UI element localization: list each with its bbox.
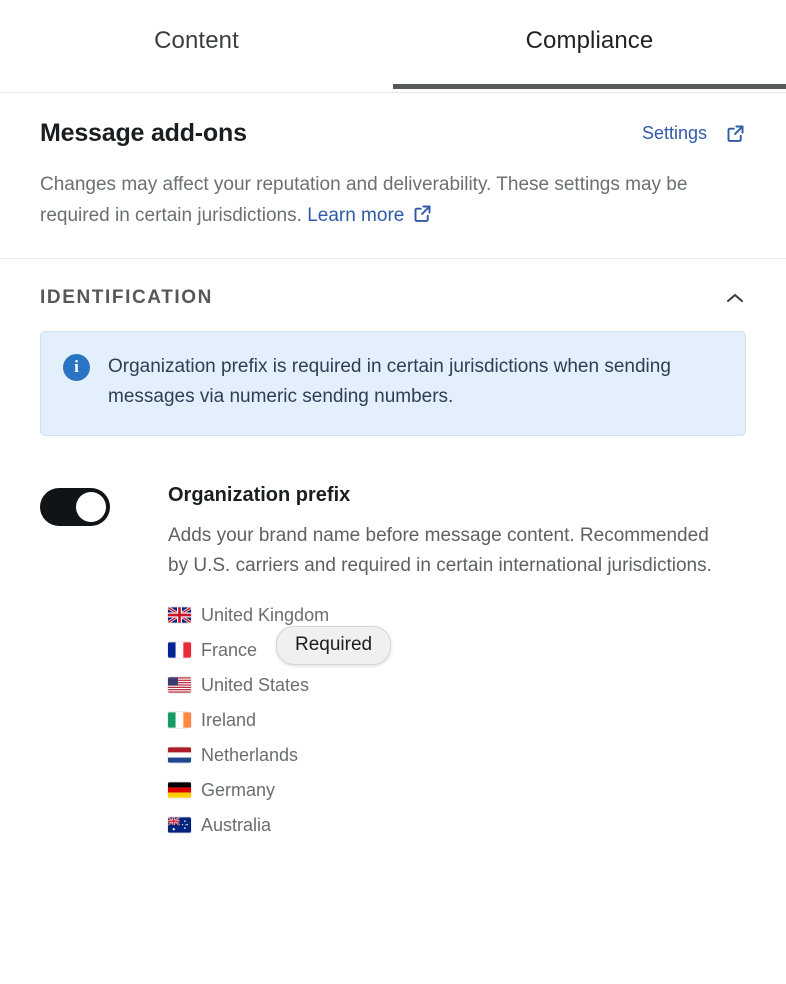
required-tooltip-label: Required (295, 633, 373, 655)
chevron-up-icon[interactable] (724, 291, 746, 305)
toggle-knob (76, 492, 106, 523)
flag-us-icon (168, 677, 191, 694)
info-banner-text: Organization prefix is required in certa… (108, 355, 671, 408)
info-circle-icon: i (63, 353, 90, 381)
tab-content-label: Content (154, 27, 239, 54)
learn-more-link[interactable]: Learn more (307, 205, 404, 226)
list-item: France (168, 633, 746, 668)
country-label: United States (201, 674, 310, 695)
info-banner: i Organization prefix is required in cer… (40, 330, 746, 437)
list-item: United Kingdom (168, 598, 746, 633)
flag-ie-icon (168, 712, 191, 729)
organization-prefix-toggle[interactable] (40, 488, 110, 527)
setting-body: Organization prefix Adds your brand name… (110, 484, 746, 843)
list-item: Ireland (168, 703, 746, 738)
info-banner-wrap: i Organization prefix is required in cer… (0, 330, 786, 437)
external-link-icon (725, 123, 746, 144)
country-label: Netherlands (201, 744, 299, 765)
section-header-identification[interactable]: IDENTIFICATION (0, 259, 786, 331)
page-header-row: Message add-ons Settings (40, 119, 746, 148)
flag-fr-icon (168, 642, 191, 659)
page-description: Changes may affect your reputation and d… (40, 170, 740, 232)
list-item: Germany (168, 773, 746, 808)
tab-bar: Content Compliance (0, 0, 786, 93)
tab-content[interactable]: Content (0, 0, 393, 88)
required-tooltip: Required (276, 625, 392, 665)
settings-link-label: Settings (641, 123, 707, 143)
country-label: France (201, 639, 258, 660)
section-title: IDENTIFICATION (40, 286, 213, 308)
list-item: Netherlands (168, 738, 746, 773)
tab-compliance-label: Compliance (525, 27, 654, 54)
country-label: Ireland (201, 709, 257, 730)
setting-row-organization-prefix: Organization prefix Adds your brand name… (0, 436, 786, 843)
list-item: Australia (168, 808, 746, 843)
setting-title: Organization prefix (168, 484, 351, 507)
learn-more-label: Learn more (307, 204, 405, 226)
country-label: Germany (201, 779, 276, 800)
list-item: United States (168, 668, 746, 703)
external-link-icon[interactable] (412, 203, 433, 224)
country-label: Australia (201, 814, 272, 835)
country-label: United Kingdom (201, 604, 330, 625)
flag-gb-icon (168, 607, 191, 624)
settings-link[interactable]: Settings (642, 123, 746, 144)
compliance-settings-panel: Content Compliance Message add-ons Setti… (0, 0, 786, 984)
country-list: United Kingdom France United States Irel… (168, 598, 746, 843)
page-header: Message add-ons Settings Changes may aff… (0, 93, 786, 259)
setting-description: Adds your brand name before message cont… (168, 525, 712, 576)
flag-de-icon (168, 782, 191, 799)
tab-compliance[interactable]: Compliance (393, 0, 786, 89)
flag-au-icon (168, 817, 191, 834)
flag-nl-icon (168, 747, 191, 764)
page-title: Message add-ons (40, 119, 247, 147)
